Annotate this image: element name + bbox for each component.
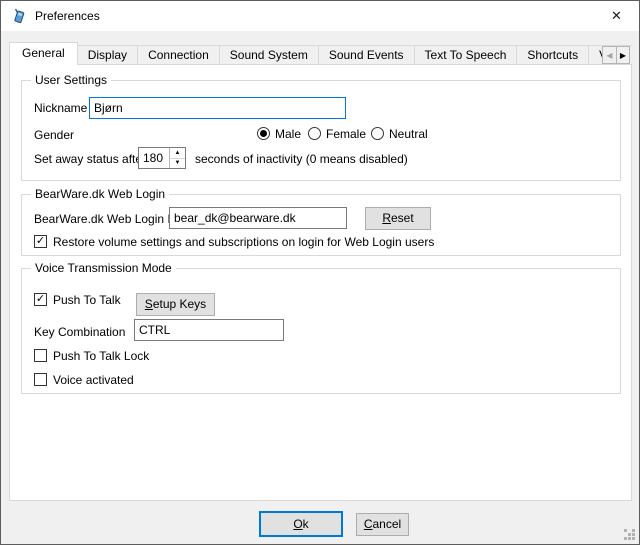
- key-combination-label: Key Combination: [34, 325, 125, 340]
- away-status-suffix-label: seconds of inactivity (0 means disabled): [195, 152, 408, 167]
- gender-label: Gender: [34, 128, 74, 143]
- ok-button-accel: O: [293, 517, 302, 531]
- tab-shortcuts[interactable]: Shortcuts: [516, 45, 589, 65]
- restore-volume-label: Restore volume settings and subscription…: [53, 235, 434, 249]
- tab-scroll-buttons: ◀ ▶: [602, 46, 630, 64]
- ok-button-label: k: [303, 517, 309, 531]
- voice-transmission-group-title: Voice Transmission Mode: [31, 261, 176, 275]
- checkbox-box-icon: ✓: [34, 373, 47, 386]
- tab-sound-events[interactable]: Sound Events: [318, 45, 415, 65]
- cancel-button[interactable]: Cancel: [356, 513, 409, 536]
- close-icon[interactable]: ✕: [594, 1, 639, 31]
- voice-activated-checkbox[interactable]: ✓ Voice activated: [34, 372, 134, 387]
- radio-circle-icon: [371, 127, 384, 140]
- gender-radio-female-label: Female: [326, 127, 366, 141]
- user-settings-group-title: User Settings: [31, 73, 111, 87]
- web-login-id-label: BearWare.dk Web Login ID: [34, 212, 179, 227]
- tab-scroll-right-icon[interactable]: ▶: [616, 46, 630, 64]
- gender-radio-male-label: Male: [275, 127, 301, 141]
- push-to-talk-label: Push To Talk: [53, 293, 121, 307]
- tab-sound-system[interactable]: Sound System: [219, 45, 319, 65]
- nickname-label: Nickname: [34, 101, 87, 116]
- checkbox-box-icon: ✓: [34, 293, 47, 306]
- setup-keys-button-accel: S: [145, 297, 153, 311]
- ok-button[interactable]: Ok: [259, 511, 343, 537]
- key-combination-input[interactable]: [134, 319, 284, 341]
- web-login-id-input[interactable]: [169, 207, 347, 229]
- away-seconds-spinner[interactable]: 180 ▲ ▼: [138, 147, 186, 169]
- setup-keys-button-label: etup Keys: [153, 297, 206, 311]
- radio-circle-icon: [257, 127, 270, 140]
- web-login-group-title: BearWare.dk Web Login: [31, 187, 169, 201]
- reset-button[interactable]: Reset: [365, 207, 431, 230]
- nickname-input[interactable]: [89, 97, 346, 119]
- spin-up-icon[interactable]: ▲: [170, 148, 185, 159]
- away-seconds-value: 180: [139, 148, 169, 168]
- gender-radio-male[interactable]: Male: [257, 126, 301, 141]
- push-to-talk-lock-label: Push To Talk Lock: [53, 349, 149, 363]
- spin-down-icon[interactable]: ▼: [170, 159, 185, 169]
- gender-radio-female[interactable]: Female: [308, 126, 366, 141]
- cancel-button-label: ancel: [372, 517, 401, 531]
- reset-button-label: eset: [391, 211, 414, 225]
- checkmark-icon: ✓: [36, 294, 45, 305]
- checkmark-icon: ✓: [36, 236, 45, 247]
- checkbox-box-icon: ✓: [34, 235, 47, 248]
- reset-button-accel: R: [382, 211, 391, 225]
- tab-scroll-left-icon[interactable]: ◀: [602, 46, 616, 64]
- checkbox-box-icon: ✓: [34, 349, 47, 362]
- tab-general[interactable]: General: [9, 42, 78, 65]
- resize-grip[interactable]: [624, 529, 636, 541]
- tab-text-to-speech[interactable]: Text To Speech: [414, 45, 518, 65]
- radio-circle-icon: [308, 127, 321, 140]
- restore-volume-checkbox[interactable]: ✓ Restore volume settings and subscripti…: [34, 234, 434, 249]
- push-to-talk-checkbox[interactable]: ✓ Push To Talk: [34, 292, 121, 307]
- voice-activated-label: Voice activated: [53, 373, 134, 387]
- setup-keys-button[interactable]: Setup Keys: [136, 293, 215, 316]
- tab-display[interactable]: Display: [77, 45, 138, 65]
- gender-radio-neutral[interactable]: Neutral: [371, 126, 428, 141]
- push-to-talk-lock-checkbox[interactable]: ✓ Push To Talk Lock: [34, 348, 149, 363]
- window-title: Preferences: [35, 9, 100, 23]
- tab-bar: General Display Connection Sound System …: [9, 42, 632, 65]
- app-walkie-talkie-icon: [11, 8, 27, 24]
- spinner-buttons: ▲ ▼: [169, 148, 185, 168]
- gender-radio-neutral-label: Neutral: [389, 127, 428, 141]
- tab-connection[interactable]: Connection: [137, 45, 220, 65]
- preferences-dialog: Preferences ✕ General Display Connection…: [0, 0, 640, 545]
- away-status-prefix-label: Set away status after: [34, 152, 146, 167]
- title-bar: Preferences ✕: [1, 1, 639, 31]
